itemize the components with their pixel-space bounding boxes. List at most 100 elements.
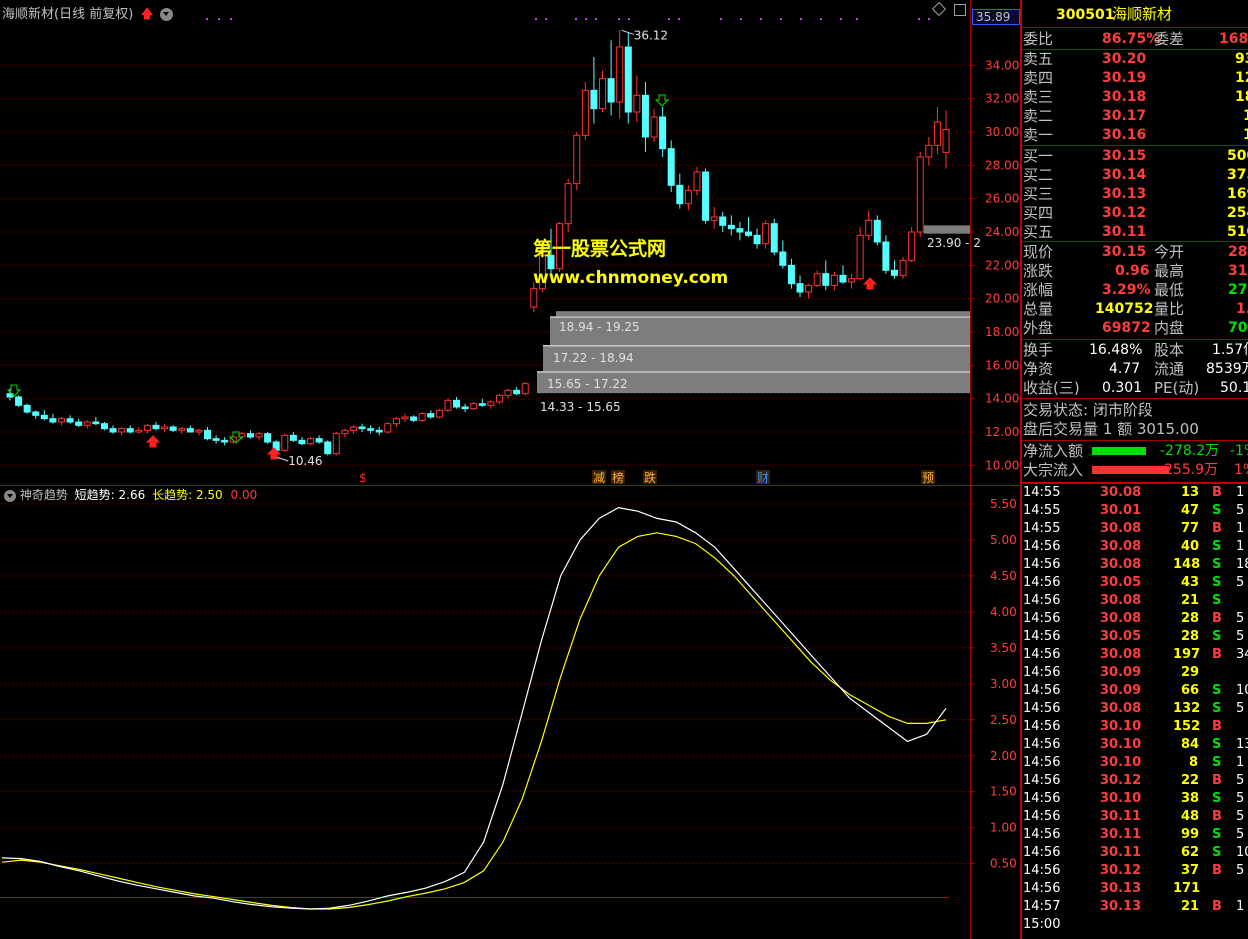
chip-zone-label: 14.33 - 15.65 — [540, 400, 621, 414]
net-inflow-label: 净流入额 — [1023, 442, 1084, 460]
event-dot-marker — [780, 18, 782, 20]
tick-price: 30.08 — [1100, 521, 1142, 536]
tick-row[interactable]: 14:56 30.11 48 B 5 — [1022, 808, 1248, 826]
candle-body — [908, 231, 916, 261]
tick-row[interactable]: 14:56 30.08 132 S 5 — [1022, 700, 1248, 718]
tick-count: 5 — [1236, 503, 1245, 518]
event-marker[interactable]: 财 — [757, 471, 769, 485]
stat-value: 0.301 — [1102, 380, 1143, 396]
candle-body — [616, 46, 624, 103]
tick-side: B — [1212, 809, 1222, 824]
tick-row[interactable]: 14:56 30.09 66 S 10 — [1022, 682, 1248, 700]
tick-row[interactable]: 14:56 30.09 29 — [1022, 664, 1248, 682]
stat-label: 流通 — [1154, 360, 1185, 378]
tick-side: B — [1212, 719, 1222, 734]
chip-zone-edge — [537, 371, 970, 373]
tick-row[interactable]: 14:56 30.13 171 — [1022, 880, 1248, 898]
candle-body — [762, 223, 770, 245]
chip-zone-label-right: 23.90 - 2 — [927, 236, 981, 250]
dropdown-icon[interactable] — [159, 8, 173, 21]
chart-pane-divider[interactable] — [0, 485, 1020, 486]
tick-row[interactable]: 14:55 30.08 77 B 1 — [1022, 520, 1248, 538]
candle-body — [710, 216, 718, 221]
window-button[interactable] — [954, 4, 966, 16]
stat-label: 总量 — [1023, 300, 1054, 318]
ask-level-volume: 1 — [1243, 127, 1248, 143]
event-dot-marker — [206, 18, 208, 20]
indicator-axis-label: 2.50 — [990, 713, 1017, 727]
ask-level-price: 30.17 — [1102, 108, 1147, 124]
tick-row[interactable]: 14:56 30.12 22 B 5 — [1022, 772, 1248, 790]
event-marker[interactable]: 榜 — [612, 470, 624, 485]
indicator-chart[interactable]: 5.50 5.00 4.50 4.00 3.50 3.00 2.50 2.00 1.50 1.00… — [0, 486, 1020, 939]
tick-volume: 28 — [1181, 629, 1200, 644]
candle-body — [573, 134, 581, 185]
tick-volume: 152 — [1173, 719, 1201, 734]
tick-row[interactable]: 14:56 30.12 37 B 5 — [1022, 862, 1248, 880]
ask-level-volume: 18 — [1235, 89, 1248, 105]
event-marker[interactable]: $ — [359, 471, 367, 485]
tick-time: 14:56 — [1023, 647, 1061, 662]
indicator-axis-label: 5.50 — [990, 497, 1017, 511]
tick-side: S — [1212, 845, 1222, 860]
tick-row[interactable]: 14:56 30.10 152 B — [1022, 718, 1248, 736]
ask-level-label: 卖五 — [1023, 50, 1054, 68]
tick-row[interactable]: 15:00 — [1022, 916, 1248, 934]
tick-count: 5 — [1236, 575, 1245, 590]
candle-body — [453, 399, 461, 408]
event-dot-marker — [760, 18, 762, 20]
tick-row[interactable]: 14:56 30.10 84 S 13 — [1022, 736, 1248, 754]
tick-price: 30.05 — [1100, 629, 1142, 644]
block-inflow-value: 255.9万 — [1164, 462, 1219, 478]
stat-label: 最高 — [1154, 262, 1185, 280]
stat-label: 涨跌 — [1023, 262, 1054, 280]
tick-row[interactable]: 14:55 30.08 13 B 1 — [1022, 484, 1248, 502]
tick-row[interactable]: 14:56 30.08 148 S 18 — [1022, 556, 1248, 574]
candle-body — [856, 234, 864, 280]
tick-time: 14:55 — [1023, 521, 1061, 536]
chip-zone-bar — [924, 225, 970, 234]
tick-row[interactable]: 14:56 30.05 43 S 5 — [1022, 574, 1248, 592]
arrow-up-icon[interactable]: 🡅 — [140, 7, 153, 22]
tick-row[interactable]: 14:56 30.10 8 S 1 — [1022, 754, 1248, 772]
bid-level-label: 买五 — [1023, 223, 1054, 241]
event-marker[interactable]: 减 — [593, 471, 605, 485]
tick-row[interactable]: 14:56 30.05 28 S 5 — [1022, 628, 1248, 646]
candle-body — [49, 418, 57, 423]
candlestick-chart[interactable]: 34.00 32.00 30.00 28.00 26.00 24.00 22.00 20.00… — [0, 0, 1020, 486]
tick-price: 30.08 — [1100, 485, 1142, 500]
tick-row[interactable]: 14:56 30.10 38 S 5 — [1022, 790, 1248, 808]
candle-body — [401, 416, 409, 420]
event-dot-marker — [800, 18, 802, 20]
tick-row[interactable]: 14:56 30.08 40 S 1 — [1022, 538, 1248, 556]
low-price-label: 10.46 — [288, 454, 322, 468]
tick-volume: 43 — [1181, 575, 1200, 590]
tick-row[interactable]: 14:57 30.13 21 B 1 — [1022, 898, 1248, 916]
candle-body — [427, 413, 435, 418]
candle-body — [392, 418, 400, 425]
ask-level-label: 卖二 — [1023, 107, 1054, 125]
tick-row[interactable]: 14:56 30.11 62 S 10 — [1022, 844, 1248, 862]
candle-body — [118, 428, 126, 433]
tick-row[interactable]: 14:56 30.08 197 B 34 — [1022, 646, 1248, 664]
bid-level-price: 30.13 — [1102, 186, 1147, 202]
candle-body — [470, 403, 478, 410]
stat-value: 50.1 — [1220, 380, 1248, 396]
tick-row[interactable]: 14:56 30.11 99 S 5 — [1022, 826, 1248, 844]
tick-row[interactable]: 14:55 30.01 47 S 5 — [1022, 502, 1248, 520]
tick-volume: 77 — [1181, 521, 1200, 536]
divider — [1022, 440, 1248, 441]
price-axis-label: 30.00 — [985, 125, 1019, 139]
tick-row[interactable]: 14:56 30.08 21 S — [1022, 592, 1248, 610]
tick-row[interactable]: 14:56 30.08 28 B 5 — [1022, 610, 1248, 628]
ask-level-price: 30.18 — [1102, 89, 1147, 105]
tick-side: B — [1212, 863, 1222, 878]
tick-count: 5 — [1236, 611, 1245, 626]
dropdown-icon[interactable] — [4, 489, 16, 502]
stat-value: 16.48% — [1089, 342, 1143, 358]
candle-body — [779, 251, 787, 266]
event-marker[interactable]: 预 — [922, 471, 934, 485]
event-marker[interactable]: 跌 — [644, 470, 656, 485]
event-dot-marker — [856, 18, 858, 20]
weibi-label: 委比 — [1023, 30, 1054, 48]
